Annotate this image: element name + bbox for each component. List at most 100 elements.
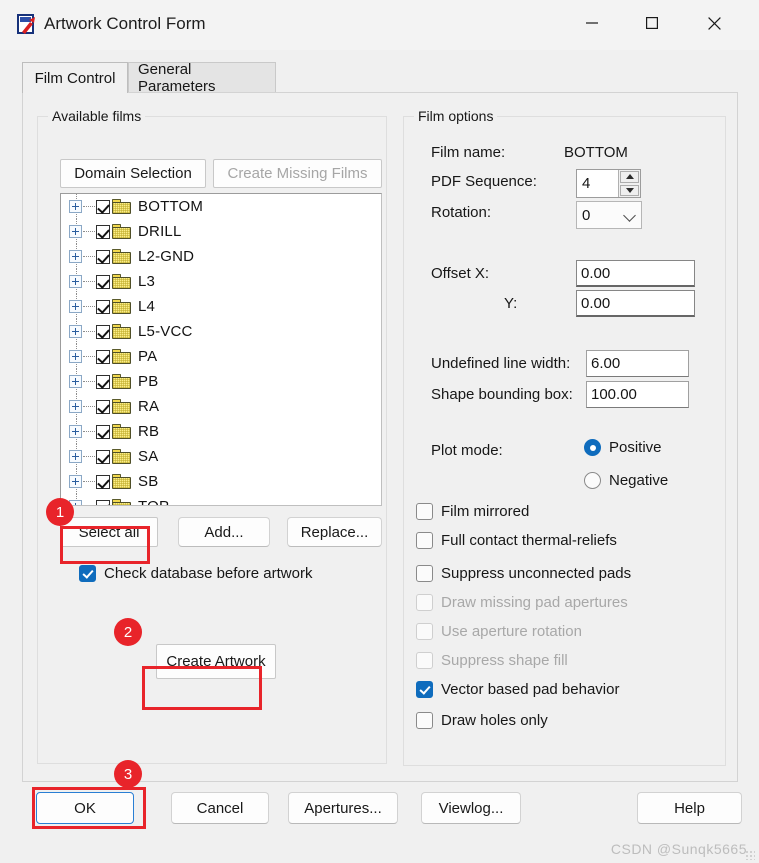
- expand-plus-icon[interactable]: [69, 350, 82, 363]
- offset-x-label: Offset X:: [431, 265, 490, 282]
- tree-item-checkbox[interactable]: [96, 424, 110, 439]
- tree-item-label: RA: [138, 398, 160, 415]
- tree-item-pb[interactable]: PB: [61, 369, 381, 394]
- rotation-select[interactable]: 0: [576, 201, 642, 229]
- expand-plus-icon[interactable]: [69, 200, 82, 213]
- tree-item-pa[interactable]: PA: [61, 344, 381, 369]
- expand-plus-icon[interactable]: [69, 275, 82, 288]
- maximize-button[interactable]: [625, 0, 679, 46]
- add-label: Add...: [204, 523, 244, 541]
- tree-item-checkbox[interactable]: [96, 199, 110, 214]
- close-button[interactable]: [687, 0, 741, 46]
- option-checkbox-suppress-unconnected-pads[interactable]: Suppress unconnected pads: [416, 565, 631, 582]
- tree-item-checkbox[interactable]: [96, 324, 110, 339]
- undefined-line-width-input[interactable]: 6.00: [586, 350, 689, 377]
- tab-general-parameters[interactable]: General Parameters: [128, 61, 276, 95]
- option-checkbox-vector-based-pad-behavior[interactable]: Vector based pad behavior: [416, 681, 619, 698]
- expand-plus-icon[interactable]: [69, 300, 82, 313]
- plot-mode-positive-label: Positive: [609, 439, 662, 456]
- tree-dotted-connector: [83, 331, 95, 332]
- rotation-value: 0: [582, 206, 591, 224]
- folder-icon: [112, 374, 131, 389]
- tree-item-top[interactable]: TOP: [61, 494, 381, 505]
- check-database-checkbox[interactable]: Check database before artwork: [79, 565, 312, 582]
- cancel-button[interactable]: Cancel: [171, 792, 269, 824]
- resize-grip[interactable]: [745, 850, 755, 860]
- check-database-label: Check database before artwork: [104, 565, 313, 582]
- folder-icon: [112, 324, 131, 339]
- expand-plus-icon[interactable]: [69, 225, 82, 238]
- tree-item-checkbox[interactable]: [96, 449, 110, 464]
- tree-item-sb[interactable]: SB: [61, 469, 381, 494]
- tree-item-l2-gnd[interactable]: L2-GND: [61, 244, 381, 269]
- minimize-button[interactable]: [565, 0, 619, 46]
- shape-bounding-box-input[interactable]: 100.00: [586, 381, 689, 408]
- tree-item-label: TOP: [138, 498, 169, 505]
- tree-item-label: PB: [138, 373, 159, 390]
- tree-dotted-connector: [83, 231, 95, 232]
- expand-plus-icon[interactable]: [69, 500, 82, 505]
- expand-plus-icon[interactable]: [69, 400, 82, 413]
- tree-item-rb[interactable]: RB: [61, 419, 381, 444]
- tree-dotted-connector: [83, 456, 95, 457]
- tab-film-control-label: Film Control: [34, 69, 116, 87]
- replace-button[interactable]: Replace...: [287, 517, 382, 547]
- pdf-sequence-increment-button[interactable]: [620, 171, 639, 183]
- domain-selection-button[interactable]: Domain Selection: [60, 159, 206, 188]
- expand-plus-icon[interactable]: [69, 475, 82, 488]
- tree-item-checkbox[interactable]: [96, 299, 110, 314]
- tree-dotted-connector: [83, 281, 95, 282]
- plot-mode-positive-radio[interactable]: Positive: [584, 439, 662, 456]
- help-button[interactable]: Help: [637, 792, 742, 824]
- tree-dotted-connector: [83, 406, 95, 407]
- tree-item-checkbox[interactable]: [96, 274, 110, 289]
- tree-item-l3[interactable]: L3: [61, 269, 381, 294]
- tree-item-label: L5-VCC: [138, 323, 193, 340]
- create-artwork-button[interactable]: Create Artwork: [156, 644, 276, 679]
- offset-x-input[interactable]: 0.00: [576, 260, 695, 287]
- option-checkbox-label: Full contact thermal-reliefs: [441, 532, 617, 549]
- viewlog-button[interactable]: Viewlog...: [421, 792, 521, 824]
- tree-item-ra[interactable]: RA: [61, 394, 381, 419]
- tree-item-bottom[interactable]: BOTTOM: [61, 194, 381, 219]
- tree-item-checkbox[interactable]: [96, 499, 110, 505]
- ok-button[interactable]: OK: [36, 792, 134, 824]
- tree-item-checkbox[interactable]: [96, 349, 110, 364]
- help-button-label: Help: [674, 799, 705, 817]
- option-checkbox-full-contact-thermal-reliefs[interactable]: Full contact thermal-reliefs: [416, 532, 617, 549]
- expand-plus-icon[interactable]: [69, 250, 82, 263]
- maximize-icon: [646, 17, 658, 29]
- tree-item-checkbox[interactable]: [96, 474, 110, 489]
- add-button[interactable]: Add...: [178, 517, 270, 547]
- tree-item-checkbox[interactable]: [96, 249, 110, 264]
- pdf-sequence-value[interactable]: 4: [577, 170, 618, 197]
- offset-y-input[interactable]: 0.00: [576, 290, 695, 317]
- tree-item-label: BOTTOM: [138, 198, 204, 215]
- tree-item-l5-vcc[interactable]: L5-VCC: [61, 319, 381, 344]
- pdf-sequence-decrement-button[interactable]: [620, 184, 639, 196]
- expand-plus-icon[interactable]: [69, 450, 82, 463]
- tree-item-checkbox[interactable]: [96, 399, 110, 414]
- tree-item-drill[interactable]: DRILL: [61, 219, 381, 244]
- expand-plus-icon[interactable]: [69, 325, 82, 338]
- films-tree[interactable]: BOTTOM DRILL L2-GND L3 L4 L5-VCC PA PB RA RB SA SB T…: [60, 193, 382, 506]
- apertures-button[interactable]: Apertures...: [288, 792, 398, 824]
- tab-film-control[interactable]: Film Control: [22, 62, 128, 93]
- option-checkbox-label: Vector based pad behavior: [441, 681, 620, 698]
- plot-mode-negative-radio[interactable]: Negative: [584, 472, 668, 489]
- tree-dotted-connector: [83, 256, 95, 257]
- pdf-sequence-stepper[interactable]: 4: [576, 169, 641, 198]
- tree-item-label: SA: [138, 448, 159, 465]
- option-checkbox-label: Film mirrored: [441, 503, 530, 520]
- artwork-control-form-window: Artwork Control Form Film Control Genera…: [0, 0, 759, 863]
- tree-item-sa[interactable]: SA: [61, 444, 381, 469]
- option-checkbox-draw-holes-only[interactable]: Draw holes only: [416, 712, 548, 729]
- tree-item-checkbox[interactable]: [96, 224, 110, 239]
- expand-plus-icon[interactable]: [69, 375, 82, 388]
- option-checkbox-film-mirrored[interactable]: Film mirrored: [416, 503, 529, 520]
- select-all-button[interactable]: Select all: [60, 517, 158, 547]
- tree-item-l4[interactable]: L4: [61, 294, 381, 319]
- expand-plus-icon[interactable]: [69, 425, 82, 438]
- tree-item-checkbox[interactable]: [96, 374, 110, 389]
- plot-mode-positive-radio-dot: [584, 439, 601, 456]
